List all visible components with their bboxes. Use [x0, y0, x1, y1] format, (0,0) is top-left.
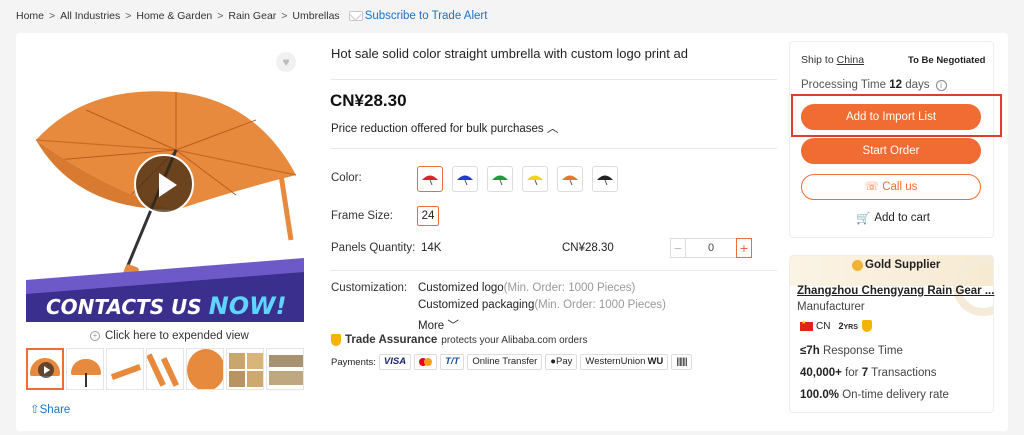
panels-price: CN¥28.30 — [562, 242, 614, 254]
breadcrumb-home-garden[interactable]: Home & Garden — [136, 10, 212, 22]
play-icon — [38, 362, 54, 378]
umbrella-icon — [492, 175, 508, 185]
western-union-icon: WesternUnion WU — [580, 354, 669, 370]
add-to-import-list-button[interactable]: Add to Import List — [801, 104, 981, 130]
frame-size-option[interactable]: 24 — [417, 206, 439, 226]
thumbnail[interactable] — [26, 348, 64, 390]
share-link[interactable]: ⇧Share — [30, 402, 70, 416]
color-swatch-black[interactable] — [592, 166, 618, 192]
umbrella-icon — [527, 175, 543, 185]
color-swatch-red[interactable] — [417, 166, 443, 192]
supplier-country-row: CN 2YRS — [800, 319, 872, 332]
umbrella-icon — [457, 175, 473, 185]
tt-icon: T/T — [440, 354, 465, 370]
more-options-toggle[interactable]: More ﹀ — [418, 317, 459, 333]
chevron-up-icon: ︿ — [546, 123, 559, 135]
thumbnail[interactable] — [146, 348, 184, 390]
supplier-type: Manufacturer — [797, 301, 865, 313]
favorite-heart-icon[interactable]: ♥ — [276, 52, 296, 72]
zoom-icon: + — [90, 331, 100, 341]
divider — [331, 79, 777, 80]
mastercard-icon — [414, 354, 438, 370]
info-icon[interactable]: i — [935, 79, 947, 91]
thumbnail[interactable] — [226, 348, 264, 390]
ontime-delivery: 100.0% On-time delivery rate — [800, 389, 949, 401]
umbrella-icon — [597, 175, 613, 185]
processing-time: Processing Time 12 days i — [801, 79, 947, 91]
bulk-price-toggle[interactable]: Price reduction offered for bulk purchas… — [331, 120, 558, 136]
custom-logo-option: Customized logo(Min. Order: 1000 Pieces) — [418, 282, 636, 294]
customization-label: Customization: — [331, 282, 408, 294]
ship-to: Ship to China — [801, 54, 865, 66]
expand-view-link[interactable]: + Click here to expended view — [90, 330, 249, 342]
shield-icon — [331, 334, 341, 346]
verified-icon — [861, 320, 872, 332]
color-swatch-orange[interactable] — [557, 166, 583, 192]
gold-supplier-icon — [852, 259, 863, 271]
breadcrumb-home[interactable]: Home — [16, 10, 44, 22]
call-us-button[interactable]: ☏ Call us — [801, 174, 981, 200]
thumbnail-strip — [26, 348, 304, 390]
apple-pay-icon: ● Pay — [545, 354, 578, 370]
frame-size-label: Frame Size: — [331, 210, 393, 222]
panels-value: 14K — [421, 242, 442, 254]
play-video-icon[interactable] — [134, 154, 194, 214]
thumbnail[interactable] — [66, 348, 104, 390]
subscribe-trade-alert-link[interactable]: Subscribe to Trade Alert — [343, 10, 488, 22]
shipping-cost: To Be Negotiated — [908, 55, 986, 66]
umbrella-icon — [562, 175, 578, 185]
cart-icon: 🛒 — [856, 213, 871, 225]
chevron-down-icon: ﹀ — [447, 320, 459, 332]
thumbnail[interactable] — [266, 348, 304, 390]
online-transfer-icon: Online Transfer — [467, 354, 543, 370]
trade-assurance: Trade Assurance protects your Alibaba.co… — [331, 334, 587, 346]
quantity-stepper: − 0 + — [670, 238, 752, 258]
ship-to-country-link[interactable]: China — [837, 54, 864, 66]
visa-icon: VISA — [378, 354, 412, 370]
increment-button[interactable]: + — [736, 238, 752, 258]
breadcrumb-umbrellas[interactable]: Umbrellas — [292, 10, 339, 22]
start-order-button[interactable]: Start Order — [801, 138, 981, 164]
umbrella-icon — [422, 175, 438, 185]
quantity-input[interactable]: 0 — [686, 238, 736, 258]
transactions: 40,000+ for 7 Transactions — [800, 367, 937, 379]
thumbnail[interactable] — [186, 348, 224, 390]
breadcrumb: Home > All Industries > Home & Garden > Rai… — [16, 10, 488, 22]
share-icon: ⇧ — [30, 404, 40, 416]
divider — [331, 148, 777, 149]
decrement-button[interactable]: − — [670, 238, 686, 258]
gold-supplier-badge: Gold Supplier — [852, 259, 940, 271]
years-badge: 2YRS — [838, 321, 858, 331]
custom-packaging-option: Customized packaging(Min. Order: 1000 Pi… — [418, 299, 667, 311]
breadcrumb-rain-gear[interactable]: Rain Gear — [228, 10, 276, 22]
add-to-cart-link[interactable]: 🛒 Add to cart — [856, 211, 930, 225]
product-title: Hot sale solid color straight umbrella w… — [331, 46, 688, 61]
banner-text: CONTACTS US NOW! — [46, 292, 287, 320]
product-price: CN¥28.30 — [330, 91, 407, 110]
subscribe-label: Subscribe to Trade Alert — [364, 10, 488, 22]
divider — [331, 270, 777, 271]
china-flag-icon — [800, 319, 813, 331]
color-swatch-yellow[interactable] — [522, 166, 548, 192]
panels-label: Panels Quantity: — [331, 242, 416, 254]
phone-icon: ☏ — [864, 181, 880, 193]
thumbnail[interactable] — [106, 348, 144, 390]
response-time: ≤7h Response Time — [800, 345, 903, 357]
supplier-name-link[interactable]: Zhangzhou Chengyang Rain Gear ... — [797, 285, 994, 297]
payment-methods: Payments: VISA T/T Online Transfer ● Pay … — [331, 354, 692, 370]
breadcrumb-all-industries[interactable]: All Industries — [60, 10, 120, 22]
color-label: Color: — [331, 172, 362, 184]
color-swatch-green[interactable] — [487, 166, 513, 192]
color-swatch-blue[interactable] — [452, 166, 478, 192]
payments-label: Payments: — [331, 356, 376, 368]
boleto-icon: ||||||| — [671, 354, 692, 370]
mail-icon — [348, 11, 363, 21]
